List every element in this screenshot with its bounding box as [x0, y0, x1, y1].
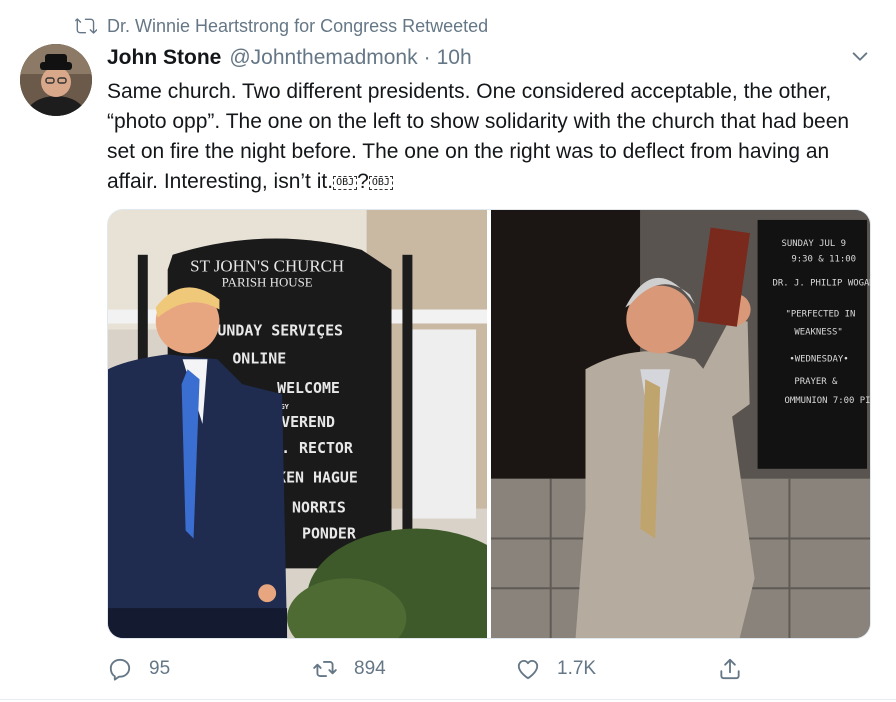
sign-line: ONLINE [232, 349, 286, 367]
retweeted-by-text: Dr. Winnie Heartstrong for Congress Retw… [107, 15, 489, 36]
media-photo-right[interactable]: SUNDAY JUL 9 9:30 & 11:00 DR. J. PHILIP … [490, 210, 870, 638]
heart-icon [515, 656, 541, 682]
retweet-count: 894 [354, 658, 386, 679]
retweeted-by-banner[interactable]: Dr. Winnie Heartstrong for Congress Retw… [75, 14, 488, 38]
sign-line: OMMUNION 7:00 PI [784, 396, 870, 406]
share-button[interactable] [717, 652, 759, 686]
tweet-text-main: Same church. Two different presidents. O… [107, 80, 850, 193]
share-icon [717, 656, 743, 682]
emoji-placeholder: ? [357, 170, 369, 193]
retweet-button[interactable]: 894 [312, 652, 386, 686]
like-count: 1.7K [557, 658, 597, 679]
sign-line: SUNDAY JUL 9 [781, 239, 846, 249]
retweet-icon [75, 15, 97, 37]
tweet-text: Same church. Two different presidents. O… [107, 77, 867, 197]
avatar[interactable] [20, 44, 92, 116]
reply-icon [107, 656, 133, 682]
emoji-placeholder: OBJ [368, 176, 393, 190]
author-name[interactable]: John Stone [107, 46, 221, 70]
more-options-button[interactable] [847, 48, 873, 70]
reply-button[interactable]: 95 [107, 652, 170, 686]
media-divider [487, 210, 489, 638]
sign-arch-line2: PARISH HOUSE [222, 275, 313, 290]
sign-line: •WEDNESDAY• [789, 354, 848, 364]
chevron-down-icon [849, 46, 871, 73]
tweet-timestamp[interactable]: 10h [437, 46, 472, 70]
tweet-actions: 95 894 1.7K [107, 652, 757, 686]
divider [0, 699, 896, 700]
sign-line: NORRIS [292, 499, 346, 517]
sign-line: R. RECTOR [272, 439, 353, 457]
emoji-placeholder: OBJ [333, 176, 358, 190]
sign-line: 9:30 & 11:00 [791, 255, 856, 265]
sign-line: PRAYER & [794, 377, 838, 387]
retweet-icon [312, 656, 338, 682]
sign-line: DR. J. PHILIP WOGAM [772, 279, 869, 289]
sign-line: WELCOME [277, 379, 340, 397]
tweet-media: ST JOHN'S CHURCH PARISH HOUSE UNDAY SERV… [107, 209, 871, 639]
sign-line: UNDAY SERVIÇES [217, 321, 343, 339]
reply-count: 95 [149, 658, 171, 679]
like-button[interactable]: 1.7K [515, 652, 596, 686]
tweet-header: John Stone @Johnthemadmonk · 10h [107, 46, 472, 70]
sign-line: KEN HAGUE [277, 469, 358, 487]
separator-dot: · [423, 46, 431, 69]
sign-line: PONDER [302, 524, 356, 542]
media-photo-left[interactable]: ST JOHN'S CHURCH PARISH HOUSE UNDAY SERV… [108, 210, 487, 638]
sign-line: "PERFECTED IN [785, 310, 855, 320]
author-handle[interactable]: @Johnthemadmonk [229, 46, 417, 70]
sign-line: WEAKNESS" [794, 327, 842, 337]
sign-arch-line1: ST JOHN'S CHURCH [190, 257, 344, 276]
